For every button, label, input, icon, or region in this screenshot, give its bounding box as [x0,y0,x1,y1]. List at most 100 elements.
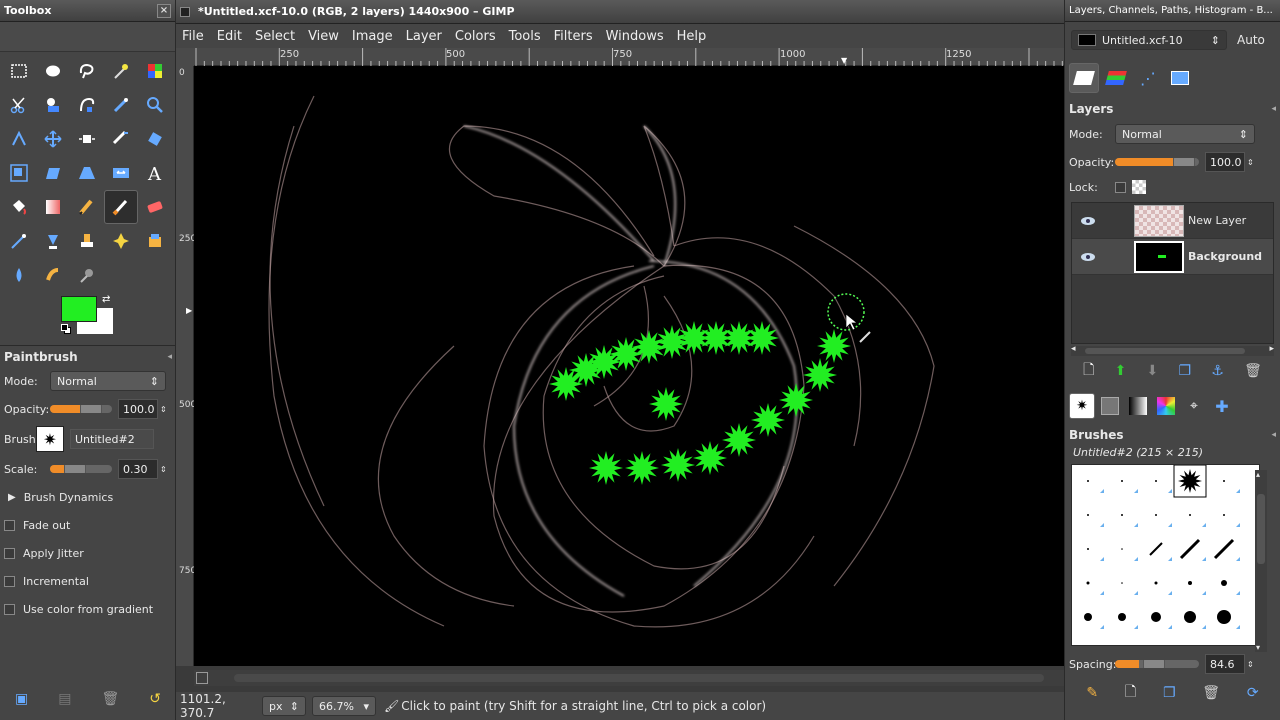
swap-colors-icon[interactable]: ⇄ [102,294,110,305]
apply-jitter-checkbox[interactable] [4,547,15,559]
menu-help[interactable]: Help [677,29,707,44]
gradient-checkbox[interactable] [4,603,15,615]
brush-thumbnail[interactable] [1221,580,1227,586]
vertical-ruler[interactable]: 0 250 500 750 ▶ [176,66,196,666]
tab-palettes[interactable] [1153,393,1179,419]
spacing-slider[interactable] [1115,660,1199,668]
lower-layer-icon[interactable]: ⬇ [1147,363,1159,379]
brush-thumbnail[interactable] [1084,613,1092,621]
brush-thumbnail[interactable] [1087,514,1089,516]
smudge-tool-icon[interactable] [36,258,70,292]
raise-layer-icon[interactable]: ⬆ [1115,363,1127,379]
horizontal-ruler[interactable]: 250 500 750 1000 1250 ▼ [194,48,1064,66]
panel-menu-icon[interactable]: ◂ [1271,430,1276,440]
brush-thumbnail[interactable] [1189,514,1191,516]
free-select-tool-icon[interactable] [70,54,104,88]
save-options-icon[interactable]: ▣ [15,691,28,707]
brush-thumbnail[interactable] [1179,538,1201,560]
dodge-burn-tool-icon[interactable] [70,258,104,292]
lock-alpha-icon[interactable] [1132,180,1146,194]
brush-thumbnail[interactable] [1223,480,1225,482]
scroll-right-icon[interactable]: ▸ [1269,344,1274,354]
foreground-color-swatch[interactable] [61,296,97,322]
tab-patterns[interactable] [1097,393,1123,419]
rect-select-tool-icon[interactable] [2,54,36,88]
select-by-color-tool-icon[interactable] [138,54,172,88]
menu-colors[interactable]: Colors [455,29,496,44]
brush-thumbnail[interactable] [1149,542,1163,556]
layer-opacity-spin[interactable]: 100.0 [1205,152,1245,172]
bucket-fill-tool-icon[interactable] [2,190,36,224]
new-brush-icon[interactable]: 🗋 [1125,681,1136,705]
layer-list-hscroll[interactable]: ◂ ▸ [1071,344,1274,356]
fade-out-row[interactable]: Fade out [0,511,176,539]
rotate-tool-icon[interactable] [138,122,172,156]
scale-slider-knob[interactable] [64,465,86,473]
incremental-checkbox[interactable] [4,575,15,587]
brush-grid-vscroll[interactable]: ▴ ▾ [1255,470,1267,652]
delete-options-icon[interactable]: 🗑 [101,691,119,707]
duplicate-brush-icon[interactable]: ❐ [1163,685,1176,701]
layer-mode-combo[interactable]: Normal ⇕ [1115,124,1255,144]
delete-brush-icon[interactable]: 🗑 [1202,685,1220,701]
scale-slider[interactable] [50,465,112,473]
pencil-tool-icon[interactable] [70,190,104,224]
scroll-down-icon[interactable]: ▾ [1256,643,1260,652]
spin-arrows-icon[interactable]: ⇕ [160,405,167,414]
eraser-tool-icon[interactable] [138,190,172,224]
ink-tool-icon[interactable] [36,224,70,258]
brush-preview-icon[interactable]: ✷ [36,426,64,452]
scale-tool-icon[interactable] [2,156,36,190]
brush-thumbnail[interactable] [1188,581,1192,585]
new-layer-icon[interactable]: 🗋 [1083,359,1094,383]
ellipse-select-tool-icon[interactable] [36,54,70,88]
tab-layers[interactable] [1069,63,1099,93]
scale-spin[interactable]: 0.30 [118,459,158,479]
tab-brushes[interactable]: ✷ [1069,393,1095,419]
image-select-combo[interactable]: Untitled.xcf-10 ⇕ [1071,30,1227,50]
menu-edit[interactable]: Edit [217,29,242,44]
opacity-slider-knob[interactable] [80,405,102,413]
toolbox-close-button[interactable]: × [157,3,171,18]
airbrush-tool-icon[interactable] [2,224,36,258]
brush-thumbnail[interactable] [1118,613,1126,621]
blend-tool-icon[interactable] [36,190,70,224]
scrollbar-thumb[interactable] [1257,494,1265,564]
measure-tool-icon[interactable] [2,122,36,156]
tab-navigation[interactable]: ✚ [1209,393,1235,419]
delete-layer-icon[interactable]: 🗑 [1244,363,1262,379]
paintbrush-tool-icon[interactable] [104,190,138,224]
scrollbar-thumb[interactable] [1085,348,1245,354]
brush-thumbnail[interactable] [1223,514,1225,516]
brush-thumbnail[interactable] [1217,610,1231,624]
color-picker-tool-icon[interactable] [104,88,138,122]
opacity-slider[interactable] [50,405,112,413]
brush-thumbnail[interactable] [1121,514,1123,516]
refresh-brushes-icon[interactable]: ⟳ [1247,685,1259,701]
spin-arrows-icon[interactable]: ⇕ [1247,158,1254,167]
align-tool-icon[interactable] [70,122,104,156]
brush-thumbnail[interactable] [1151,612,1161,622]
crop-tool-icon[interactable] [104,122,138,156]
restore-options-icon[interactable]: ▤ [58,691,71,707]
brush-thumbnail[interactable] [1121,548,1123,550]
duplicate-layer-icon[interactable]: ❐ [1179,363,1192,379]
menu-tools[interactable]: Tools [509,29,541,44]
scissors-tool-icon[interactable] [2,88,36,122]
brush-thumbnail[interactable] [1155,480,1157,482]
menu-layer[interactable]: Layer [406,29,442,44]
spacing-spin[interactable]: 84.6 [1205,654,1245,674]
default-colors-icon[interactable] [61,324,71,334]
zoom-tool-icon[interactable] [138,88,172,122]
lock-pixels-checkbox[interactable] [1115,181,1126,193]
panel-menu-icon[interactable]: ◂ [167,352,172,362]
tab-fonts[interactable]: ⌖ [1181,393,1207,419]
scroll-left-icon[interactable]: ◂ [1071,344,1076,354]
horizontal-scrollbar[interactable] [194,670,1064,686]
menu-windows[interactable]: Windows [606,29,664,44]
layer-opacity-slider-knob[interactable] [1173,158,1195,166]
brush-thumbnail[interactable] [1154,581,1158,585]
clone-tool-icon[interactable] [70,224,104,258]
move-tool-icon[interactable] [36,122,70,156]
mode-combo[interactable]: Normal ⇕ [50,371,166,391]
